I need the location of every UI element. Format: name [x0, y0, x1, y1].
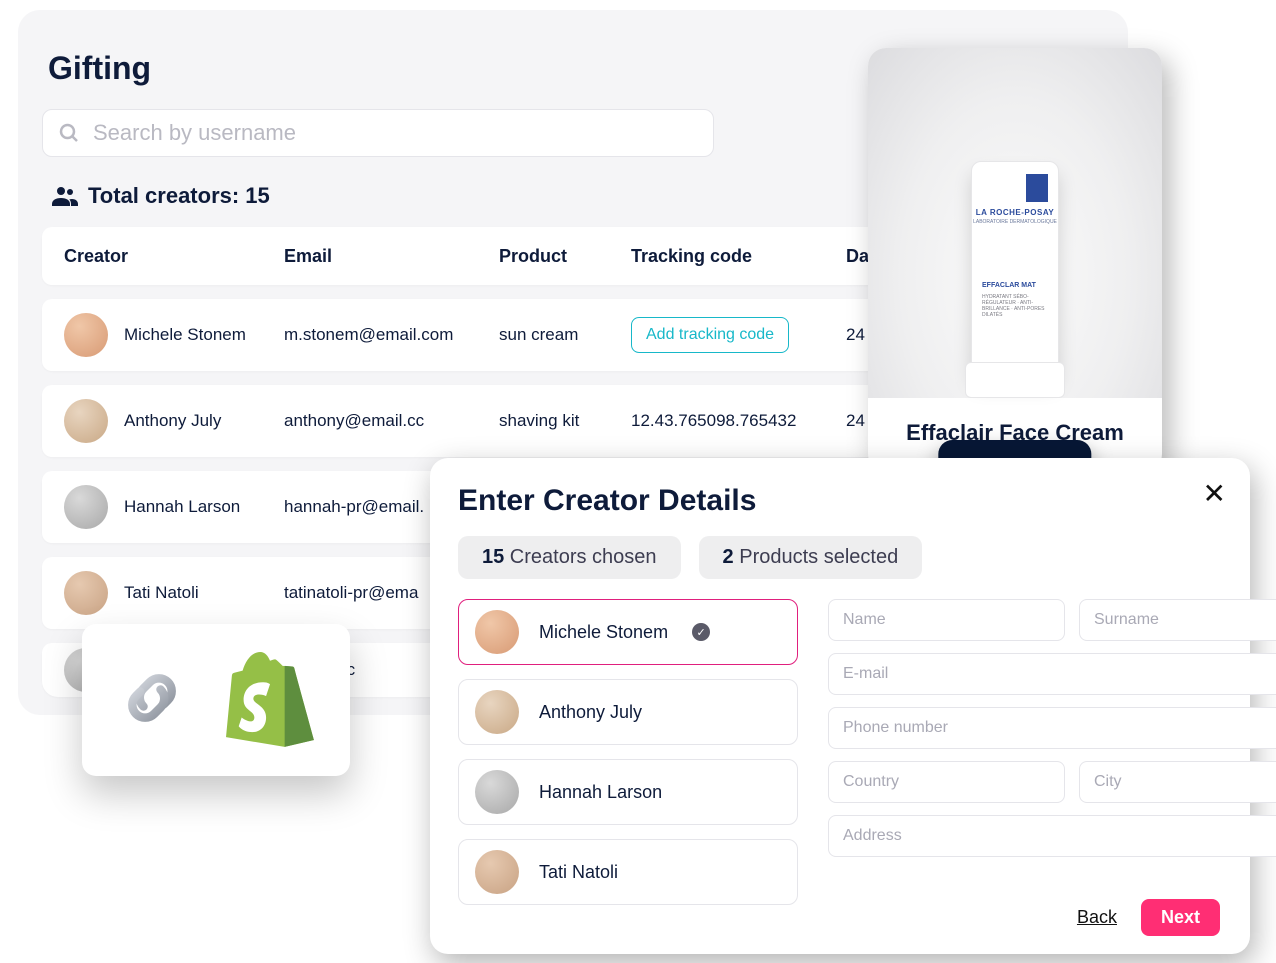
creator-item-name: Tati Natoli [539, 862, 618, 883]
creator-item[interactable]: Hannah Larson [458, 759, 798, 825]
address-field[interactable] [828, 815, 1276, 857]
shopify-icon[interactable] [226, 648, 314, 753]
avatar [475, 850, 519, 894]
creator-item[interactable]: Tati Natoli [458, 839, 798, 905]
avatar [64, 313, 108, 357]
creator-item-name: Hannah Larson [539, 782, 662, 803]
total-creators-label: Total creators: 15 [88, 183, 270, 209]
email-field[interactable] [828, 653, 1276, 695]
city-field[interactable] [1079, 761, 1276, 803]
creator-product: sun cream [499, 325, 631, 345]
creator-name: Hannah Larson [124, 497, 240, 517]
product-brand-sub: LABORATOIRE DERMATOLOGIQUE [972, 219, 1058, 225]
creator-email: anthony@email.cc [284, 411, 499, 431]
creator-item-name: Anthony July [539, 702, 642, 723]
name-field[interactable] [828, 599, 1065, 641]
country-field[interactable] [828, 761, 1065, 803]
creator-list: Michele Stonem ✓ Anthony July Hannah Lar… [458, 599, 798, 905]
check-icon: ✓ [692, 623, 710, 641]
creator-item-name: Michele Stonem [539, 622, 668, 643]
product-brand: LA ROCHE-POSAY [972, 208, 1058, 217]
avatar [475, 770, 519, 814]
next-button[interactable]: Next [1141, 899, 1220, 936]
phone-field[interactable] [828, 707, 1276, 749]
product-card: LA ROCHE-POSAY LABORATOIRE DERMATOLOGIQU… [868, 48, 1162, 472]
link-icon[interactable] [118, 664, 186, 737]
search-field[interactable] [42, 109, 714, 157]
creator-item[interactable]: Anthony July [458, 679, 798, 745]
creator-product: shaving kit [499, 411, 631, 431]
close-icon[interactable]: ✕ [1203, 480, 1226, 508]
search-input[interactable] [93, 120, 699, 146]
avatar [64, 485, 108, 529]
product-variant: EFFACLAR MAT [982, 282, 1048, 290]
creator-name: Michele Stonem [124, 325, 246, 345]
creator-details-modal: ✕ Enter Creator Details 15 Creators chos… [430, 458, 1250, 954]
avatar [64, 399, 108, 443]
creator-name: Tati Natoli [124, 583, 199, 603]
creator-email: m.stonem@email.com [284, 325, 499, 345]
product-desc: HYDRATANT SÉBO-RÉGULATEUR · ANTI-BRILLAN… [982, 294, 1048, 318]
chip-creators: 15 Creators chosen [458, 536, 681, 579]
search-icon [57, 121, 81, 145]
surname-field[interactable] [1079, 599, 1276, 641]
product-image: LA ROCHE-POSAY LABORATOIRE DERMATOLOGIQU… [868, 48, 1162, 398]
th-product: Product [499, 246, 631, 267]
creator-form [828, 599, 1276, 905]
add-tracking-button[interactable]: Add tracking code [631, 317, 789, 353]
back-button[interactable]: Back [1077, 907, 1117, 928]
integrations-card [82, 624, 350, 776]
chip-products: 2 Products selected [699, 536, 923, 579]
avatar [64, 571, 108, 615]
th-tracking: Tracking code [631, 246, 846, 267]
avatar [475, 690, 519, 734]
users-icon [52, 186, 78, 206]
creator-name: Anthony July [124, 411, 221, 431]
th-email: Email [284, 246, 499, 267]
tracking-code: 12.43.765098.765432 [631, 411, 846, 431]
avatar [475, 610, 519, 654]
creator-item[interactable]: Michele Stonem ✓ [458, 599, 798, 665]
th-creator: Creator [64, 246, 284, 267]
modal-title: Enter Creator Details [458, 484, 1222, 518]
